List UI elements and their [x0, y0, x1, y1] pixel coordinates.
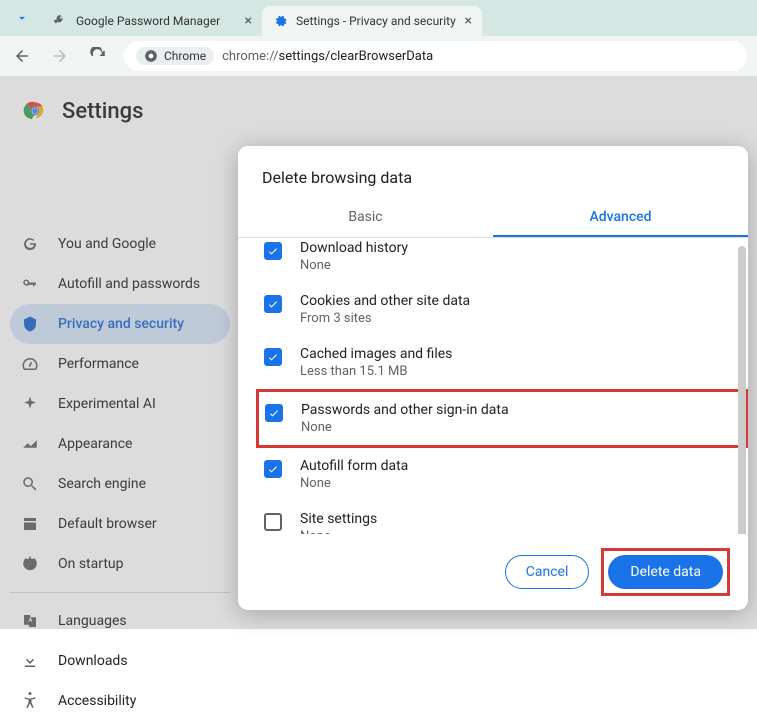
row-cookies[interactable]: Cookies and other site data From 3 sites: [260, 283, 744, 336]
row-label: Site settings: [300, 511, 740, 527]
sidebar-label: Accessibility: [58, 693, 136, 709]
highlight-passwords: Passwords and other sign-in data None: [256, 389, 748, 448]
row-label: Autofill form data: [300, 458, 740, 474]
chrome-icon: [144, 49, 158, 63]
dialog-footer: Cancel Delete data: [238, 534, 748, 610]
checkbox[interactable]: [265, 404, 283, 422]
row-site-settings[interactable]: Site settings None: [260, 501, 744, 534]
row-sub: None: [300, 476, 740, 491]
highlight-delete-button: Delete data: [601, 548, 730, 596]
tab-title: Google Password Manager: [76, 14, 237, 28]
checkbox[interactable]: [264, 460, 282, 478]
dialog-tabs: Basic Advanced: [238, 199, 748, 238]
url-text: chrome://settings/clearBrowserData: [222, 49, 433, 64]
tab-search-button[interactable]: [8, 4, 36, 32]
checkbox[interactable]: [264, 513, 282, 531]
row-autofill[interactable]: Autofill form data None: [260, 448, 744, 501]
url-input[interactable]: Chrome chrome://settings/clearBrowserDat…: [124, 41, 747, 71]
row-sub: From 3 sites: [300, 311, 740, 326]
row-label: Cached images and files: [300, 346, 740, 362]
sidebar-label: Downloads: [58, 653, 128, 669]
dialog-title: Delete browsing data: [238, 146, 748, 199]
tab-basic[interactable]: Basic: [238, 199, 493, 237]
checkbox[interactable]: [264, 242, 282, 260]
row-passwords[interactable]: Passwords and other sign-in data None: [261, 398, 743, 439]
download-icon: [20, 651, 40, 671]
accessibility-icon: [20, 691, 40, 711]
checkbox[interactable]: [264, 295, 282, 313]
dialog-body: Download history None Cookies and other s…: [238, 238, 748, 534]
row-sub: None: [301, 420, 739, 435]
row-label: Cookies and other site data: [300, 293, 740, 309]
chrome-chip: Chrome: [136, 47, 214, 65]
sidebar-item-downloads[interactable]: Downloads: [10, 641, 230, 681]
back-button[interactable]: [10, 44, 34, 68]
checkbox[interactable]: [264, 348, 282, 366]
browser-tab-password-manager[interactable]: Google Password Manager ×: [42, 6, 262, 36]
scrollbar[interactable]: [738, 246, 746, 534]
row-sub: None: [300, 529, 740, 534]
cancel-button[interactable]: Cancel: [505, 555, 590, 589]
forward-button[interactable]: [48, 44, 72, 68]
tab-title: Settings - Privacy and security: [296, 14, 457, 28]
delete-data-button[interactable]: Delete data: [608, 555, 723, 589]
reload-button[interactable]: [86, 44, 110, 68]
browser-tab-settings[interactable]: Settings - Privacy and security ×: [262, 6, 482, 36]
gear-icon: [272, 13, 288, 29]
row-label: Passwords and other sign-in data: [301, 402, 739, 418]
tab-advanced[interactable]: Advanced: [493, 199, 748, 237]
delete-browsing-data-dialog: Delete browsing data Basic Advanced Down…: [238, 146, 748, 610]
row-sub: None: [300, 258, 740, 273]
browser-tab-bar: Google Password Manager × Settings - Pri…: [0, 0, 757, 36]
row-cache[interactable]: Cached images and files Less than 15.1 MB: [260, 336, 744, 389]
close-icon[interactable]: ×: [245, 13, 252, 29]
close-icon[interactable]: ×: [465, 13, 472, 29]
row-download-history[interactable]: Download history None: [260, 240, 744, 283]
address-bar: Chrome chrome://settings/clearBrowserDat…: [0, 36, 757, 76]
row-label: Download history: [300, 240, 740, 256]
row-sub: Less than 15.1 MB: [300, 364, 740, 379]
chip-label: Chrome: [164, 49, 206, 63]
sidebar-item-accessibility[interactable]: Accessibility: [10, 681, 230, 721]
key-icon: [52, 13, 68, 29]
